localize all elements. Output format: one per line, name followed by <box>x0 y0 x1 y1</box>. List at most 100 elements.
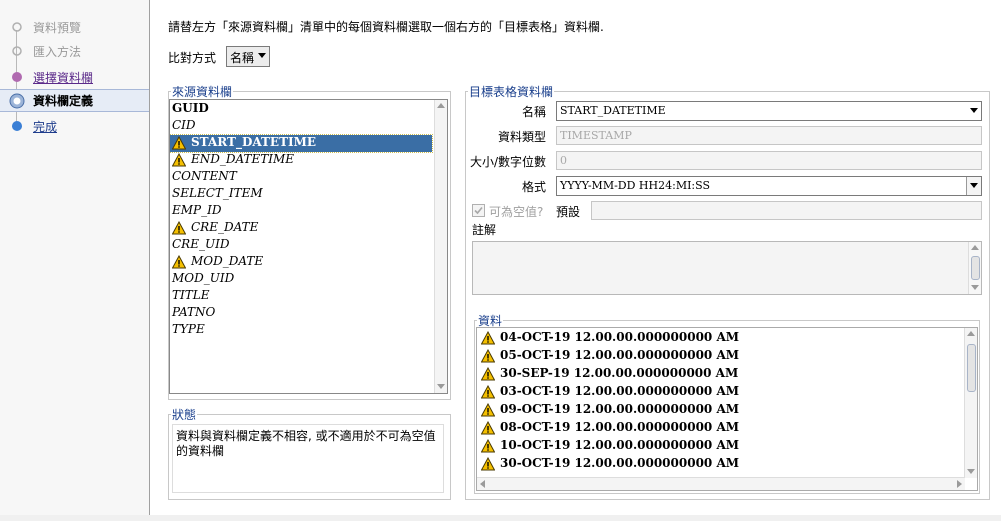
data-sample-row[interactable]: 10-OCT-19 12.00.00.000000000 AM <box>481 438 739 456</box>
warning-icon <box>481 366 495 380</box>
data-sample-row[interactable]: 05-OCT-19 12.00.00.000000000 AM <box>481 348 739 366</box>
source-column-label: EMP_ID <box>172 203 222 217</box>
source-column-label: CRE_DATE <box>191 220 259 234</box>
warning-icon <box>481 330 495 344</box>
data-sample-row[interactable]: 03-OCT-19 12.00.00.000000000 AM <box>481 384 739 402</box>
data-sample-value: 10-OCT-19 12.00.00.000000000 AM <box>500 438 740 452</box>
data-horizontal-scrollbar[interactable] <box>477 477 965 490</box>
scroll-right-icon[interactable] <box>957 480 962 488</box>
source-column-item[interactable]: TYPE <box>172 322 205 339</box>
target-name-value: START_DATETIME <box>560 104 666 117</box>
scroll-up-icon[interactable] <box>971 245 979 250</box>
source-column-item[interactable]: SELECT_ITEM <box>172 186 263 203</box>
step-finish[interactable]: 完成 <box>0 116 149 136</box>
source-columns-list[interactable]: GUID CID START_DATETIME END_DATETIME CONTENT… <box>169 99 448 394</box>
data-sample-value: 04-OCT-19 12.00.00.000000000 AM <box>500 330 740 344</box>
step-pending-icon <box>12 121 22 131</box>
data-sample-row[interactable]: 30-SEP-19 12.00.00.000000000 AM <box>481 366 738 384</box>
format-combobox[interactable]: YYYY-MM-DD HH24:MI:SS <box>556 176 982 196</box>
status-box: 資料與資料欄定義不相容, 或不適用於不可為空值的資料欄 <box>172 424 444 493</box>
scroll-down-icon[interactable] <box>971 285 979 290</box>
source-column-item[interactable]: MOD_DATE <box>172 254 263 271</box>
step-visited-icon <box>12 72 22 82</box>
source-column-label: MOD_DATE <box>191 254 264 268</box>
source-column-item[interactable]: CONTENT <box>172 169 237 186</box>
format-value[interactable]: YYYY-MM-DD HH24:MI:SS <box>560 179 710 192</box>
source-column-label: CONTENT <box>172 169 237 183</box>
source-column-label: SELECT_ITEM <box>172 186 263 200</box>
step-label: 資料欄定義 <box>33 94 94 108</box>
size-field: 0 <box>556 151 982 170</box>
source-column-item[interactable]: TITLE <box>172 288 209 305</box>
data-sample-row[interactable]: 30-OCT-19 12.00.00.000000000 AM <box>481 456 739 474</box>
scroll-thumb[interactable] <box>967 344 976 392</box>
chevron-down-icon <box>970 183 978 188</box>
target-column-legend: 目標表格資料欄 <box>469 85 554 99</box>
chevron-down-icon <box>258 53 266 58</box>
warning-icon <box>172 135 186 149</box>
source-column-item[interactable]: CID <box>172 118 196 135</box>
instruction-text: 請替左方「來源資料欄」清單中的每個資料欄選取一個右方的「目標表格」資料欄. <box>168 20 604 34</box>
format-label: 格式 <box>521 180 546 194</box>
data-sample-value: 03-OCT-19 12.00.00.000000000 AM <box>500 384 740 398</box>
warning-icon <box>172 152 186 166</box>
source-list-scrollbar[interactable] <box>434 100 447 393</box>
status-message: 資料與資料欄定義不相容, 或不適用於不可為空值的資料欄 <box>176 429 436 458</box>
step-done-icon <box>12 46 22 56</box>
source-column-label: TYPE <box>172 322 205 336</box>
data-sample-list[interactable]: 04-OCT-19 12.00.00.000000000 AM 05-OCT-19… <box>476 327 978 491</box>
source-column-item[interactable]: CRE_DATE <box>172 220 258 237</box>
format-dropdown-button[interactable] <box>966 177 981 195</box>
source-column-item[interactable]: GUID <box>172 101 209 118</box>
source-column-label: START_DATETIME <box>191 135 317 149</box>
source-column-item[interactable]: PATNO <box>172 305 215 322</box>
data-vertical-scrollbar[interactable] <box>964 328 977 478</box>
step-current-icon <box>9 93 25 109</box>
warning-icon <box>172 254 186 268</box>
scroll-up-icon[interactable] <box>967 331 975 336</box>
source-column-label: MOD_UID <box>172 271 235 285</box>
wizard-steps-panel: 資料預覽 匯入方法 選擇資料欄 資料欄定義 完成 <box>0 0 150 515</box>
data-sample-row[interactable]: 04-OCT-19 12.00.00.000000000 AM <box>481 330 739 348</box>
step-data-preview: 資料預覽 <box>0 17 149 37</box>
nullable-label: 可為空值? <box>489 205 544 219</box>
source-column-label: CRE_UID <box>172 237 230 251</box>
compare-method-dropdown[interactable]: 名稱 <box>226 46 270 67</box>
size-label: 大小/數字位數 <box>470 155 547 169</box>
source-column-label: END_DATETIME <box>191 152 295 166</box>
step-done-icon <box>12 22 22 32</box>
nullable-checkbox[interactable] <box>472 204 485 217</box>
comment-textarea[interactable] <box>472 241 982 295</box>
default-field <box>591 201 982 220</box>
data-type-value: TIMESTAMP <box>560 129 632 142</box>
comment-scrollbar[interactable] <box>968 242 981 294</box>
source-column-item[interactable]: END_DATETIME <box>172 152 294 169</box>
scroll-down-icon[interactable] <box>437 384 445 389</box>
source-column-item[interactable]: MOD_UID <box>172 271 234 288</box>
data-sample-row[interactable]: 08-OCT-19 12.00.00.000000000 AM <box>481 420 739 438</box>
compare-method-label: 比對方式 <box>168 51 217 65</box>
source-column-item[interactable]: START_DATETIME <box>170 134 433 153</box>
data-sample-row[interactable]: 09-OCT-19 12.00.00.000000000 AM <box>481 402 739 420</box>
step-label[interactable]: 完成 <box>33 118 57 135</box>
warning-icon <box>481 456 495 470</box>
step-select-columns[interactable]: 選擇資料欄 <box>0 67 149 87</box>
compare-method-value: 名稱 <box>230 51 255 65</box>
size-value: 0 <box>560 154 567 167</box>
scroll-thumb[interactable] <box>971 256 980 280</box>
data-sample-value: 08-OCT-19 12.00.00.000000000 AM <box>500 420 740 434</box>
data-type-label: 資料類型 <box>497 130 546 144</box>
source-column-item[interactable]: EMP_ID <box>172 203 221 220</box>
target-name-dropdown[interactable]: START_DATETIME <box>556 101 982 121</box>
scroll-left-icon[interactable] <box>480 480 485 488</box>
step-label: 資料預覽 <box>33 21 82 35</box>
step-column-definition[interactable]: 資料欄定義 <box>0 89 149 112</box>
step-label[interactable]: 選擇資料欄 <box>33 69 93 86</box>
source-column-label: GUID <box>172 101 209 115</box>
source-column-item[interactable]: CRE_UID <box>172 237 229 254</box>
warning-icon <box>481 384 495 398</box>
scroll-down-icon[interactable] <box>967 469 975 474</box>
scroll-up-icon[interactable] <box>437 103 445 108</box>
default-label: 預設 <box>556 205 581 219</box>
warning-icon <box>481 420 495 434</box>
